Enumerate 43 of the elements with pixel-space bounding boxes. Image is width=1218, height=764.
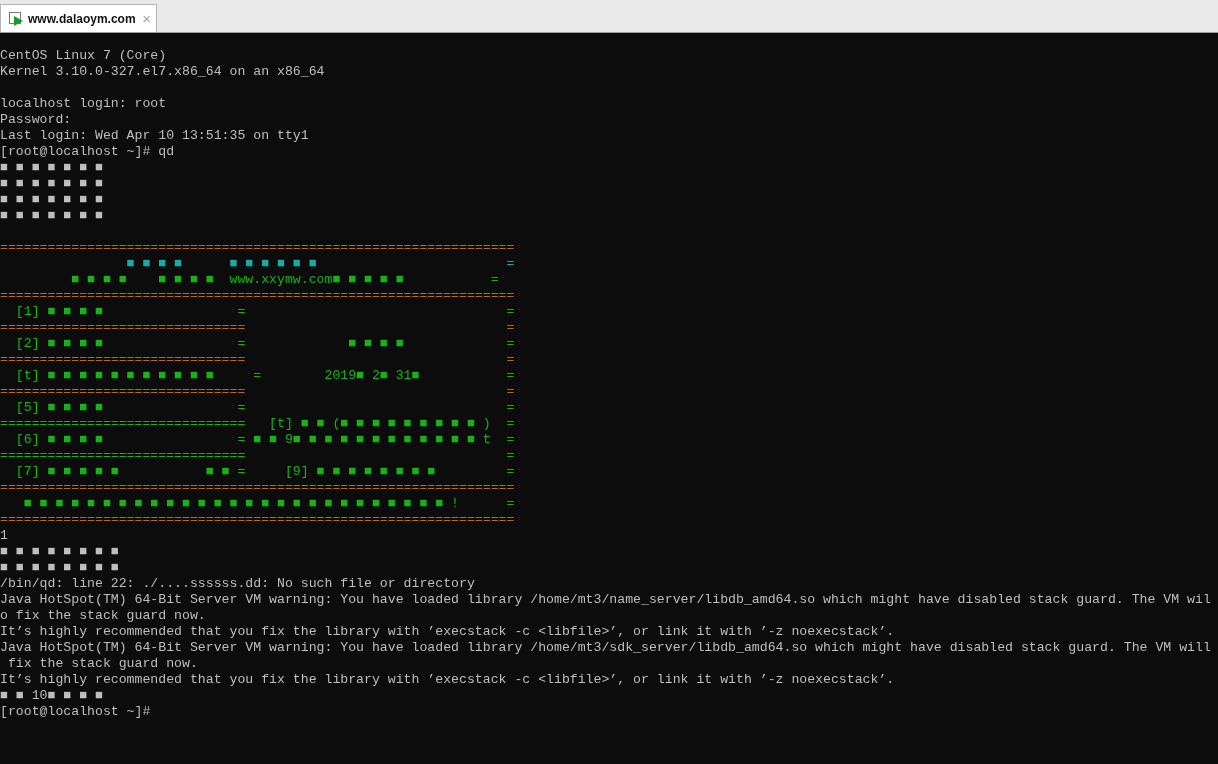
terminal-text: fix the stack guard now. [6, 656, 198, 672]
terminal-text: =============================== = [0, 320, 515, 336]
terminal-text: [6] ■ ■ ■ ■ = ■ ■ 9■ ■ ■ ■ ■ ■ ■ ■ ■ ■ ■ ■ t = [14, 432, 515, 448]
terminal-text: [root@localhost ~]# qd [0, 144, 175, 160]
browser-tab[interactable]: www.dalaoym.com × [0, 4, 157, 32]
terminal-text: ================================================================= [0, 288, 515, 304]
terminal-text: ================================================================= [0, 240, 515, 256]
terminal-text: Password: [0, 112, 72, 128]
terminal-text: Last login: Wed Apr 10 13:51:35 on tty1 [0, 128, 309, 144]
terminal-text: [7] ■ ■ ■ ■ ■ ■ ■ = [9] ■ ■ ■ ■ ■ ■ ■ ■ = [14, 464, 515, 480]
terminal-text: ================================================================= [0, 512, 515, 528]
terminal-text: ■ ■ ■ ■ ■ ■ ■ ■ ■ ■ = [125, 256, 515, 272]
terminal-text: =============================== = [0, 448, 515, 464]
terminal-text: ■ ■ ■ ■ ■ ■ ■ [0, 176, 103, 192]
terminal-text: ■ ■ ■ ■ ■ ■ ■ ■ ■ ■ ■ ■ ■ ■ ■ ■ ■ ■ ■ ■ ■ ■ ■ ■ ■ ■ ■ ! = [22, 496, 515, 512]
terminal-text: ■ ■ ■ ■ ■ ■ ■ [0, 208, 103, 224]
terminal-text: Java HotSpot(TM) 64-Bit Server VM warning: You have loaded library /home/mt3/sdk_server/libdb_amd64.so which might have disabled stack guard. The VM will [0, 640, 1211, 656]
terminal-text: =============================== = [0, 384, 515, 400]
terminal-text: ■ ■ ■ ■ ■ ■ ■ [0, 192, 103, 208]
terminal-text: It’s highly recommended that you fix the library with ’execstack -c <libfile>’, or link it with ’-z noexecstack’. [0, 672, 895, 688]
terminal-text: ■ ■ 10■ ■ ■ ■ [0, 688, 103, 704]
terminal-text: ■ ■ ■ ■ ■ ■ ■ ■ [0, 560, 119, 576]
terminal-text: [2] ■ ■ ■ ■ = ■ ■ ■ ■ = [14, 336, 515, 352]
terminal-text: [5] ■ ■ ■ ■ = = [14, 400, 515, 416]
terminal-text: ■ ■ ■ ■ ■ ■ ■ ■ [0, 544, 119, 560]
terminal-text: [1] ■ ■ ■ ■ = = [14, 304, 515, 320]
terminal-text: It’s highly recommended that you fix the library with ’execstack -c <libfile>’, or link it with ’-z noexecstack’. [0, 624, 895, 640]
terminal-text: Java HotSpot(TM) 64-Bit Server VM warning: You have loaded library /home/mt3/name_server/libdb_amd64.so which might have disabled stack guard. The VM wil [0, 592, 1211, 608]
tab-title: www.dalaoym.com [28, 10, 136, 28]
terminal-text: localhost login: root [0, 96, 167, 112]
terminal-text: /bin/qd: line 22: ./....ssssss.dd: No such file or directory [0, 576, 475, 592]
terminal-text: CentOS Linux 7 (Core) [0, 48, 167, 64]
terminal-text: [t] ■ ■ ■ ■ ■ ■ ■ ■ ■ ■ ■ = 2019■ 2■ 31■ = [14, 368, 515, 384]
terminal-text: ================================================================= [0, 480, 515, 496]
window-play-icon [9, 11, 24, 26]
terminal-text: 1 [0, 528, 8, 544]
terminal-text: Kernel 3.10.0-327.el7.x86_64 on an x86_64 [0, 64, 325, 80]
terminal-text: ■ ■ ■ ■ ■ ■ ■ ■ www.xxymw.com■ ■ ■ ■ ■ = [70, 272, 499, 288]
terminal-text: ■ ■ ■ ■ ■ ■ ■ [0, 160, 103, 176]
terminal-text: o fix the stack guard now. [0, 608, 206, 624]
terminal-text: [root@localhost ~]# [0, 704, 151, 720]
terminal-text: =============================== = [0, 352, 515, 368]
terminal-text: =============================== [t] ■ ■ (■ ■ ■ ■ ■ ■ ■ ■ ■ ) = [0, 416, 515, 432]
